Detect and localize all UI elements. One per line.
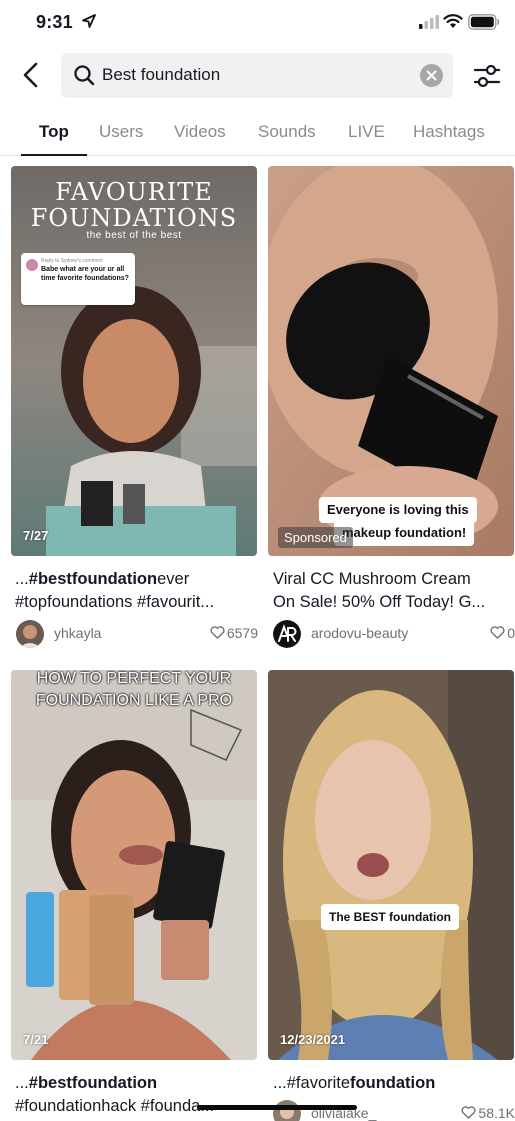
location-arrow-icon xyxy=(82,14,96,28)
tab-sounds[interactable]: Sounds xyxy=(258,122,316,142)
tab-top[interactable]: Top xyxy=(39,122,69,142)
comment-text: Babe what are your ur all time favorite … xyxy=(41,266,129,282)
like-count: 6579 xyxy=(210,625,258,641)
clear-search-icon[interactable] xyxy=(420,64,443,87)
overlay-subtitle: the best of the best xyxy=(86,230,182,241)
video-meta: arodovu-beauty 0 xyxy=(273,620,515,648)
video-thumbnail[interactable]: HOW TO PERFECT YOUR FOUNDATION LIKE A PR… xyxy=(11,670,257,1060)
overlay-text-line2: makeup foundation! xyxy=(334,520,475,546)
video-caption-line2[interactable]: On Sale! 50% Off Today! G... xyxy=(273,591,515,614)
heart-icon xyxy=(461,1106,476,1119)
status-time: 9:31 xyxy=(36,12,73,32)
overlay-text-line2: FOUNDATION LIKE A PRO xyxy=(35,692,233,709)
view-count: 7/27 xyxy=(23,528,49,543)
search-query[interactable]: Best foundation xyxy=(102,65,220,85)
video-meta: oliviaiake_ 58.1K xyxy=(273,1100,515,1121)
status-bar: 9:31 xyxy=(0,0,515,44)
arodovu-logo-icon xyxy=(273,620,301,648)
video-caption[interactable]: Viral CC Mushroom Cream xyxy=(273,568,515,591)
filter-sliders-icon[interactable] xyxy=(472,62,502,90)
video-caption-line2[interactable]: #topfoundations #favourit... xyxy=(15,591,261,614)
heart-icon xyxy=(210,626,225,639)
heart-icon xyxy=(490,626,505,639)
battery-icon xyxy=(468,14,500,30)
search-input[interactable]: Best foundation xyxy=(61,53,453,98)
reply-comment-card: Reply to Sydney's comment Babe what are … xyxy=(21,253,135,305)
like-count: 0 xyxy=(490,625,515,641)
view-count: 12/23/2021 xyxy=(280,1032,346,1047)
video-thumbnail[interactable]: The BEST foundation 12/23/2021 xyxy=(268,670,514,1060)
tab-hashtags[interactable]: Hashtags xyxy=(413,122,485,142)
cellular-signal-icon xyxy=(419,15,439,29)
commenter-avatar xyxy=(26,259,38,271)
like-count: 58.1K xyxy=(461,1105,515,1121)
tab-users[interactable]: Users xyxy=(99,122,143,142)
overlay-text: The BEST foundation xyxy=(321,904,459,930)
overlay-title-line2: FOUNDATIONS xyxy=(30,204,238,232)
video-caption[interactable]: ...#bestfoundationever xyxy=(15,568,261,591)
back-chevron-icon[interactable] xyxy=(18,61,44,89)
overlay-text: HOW TO PERFECT YOUR xyxy=(36,670,232,687)
comment-reply-label: Reply to Sydney's comment xyxy=(41,258,103,264)
video-caption[interactable]: ...#favoritefoundation xyxy=(273,1072,515,1095)
overlay-title: FAVOURITE xyxy=(55,178,213,206)
username[interactable]: arodovu-beauty xyxy=(311,625,408,641)
video-thumbnail-image xyxy=(268,670,514,1060)
video-thumbnail[interactable]: Everyone is loving this makeup foundatio… xyxy=(268,166,514,556)
video-caption[interactable]: ...#bestfoundation xyxy=(15,1072,261,1095)
avatar[interactable] xyxy=(16,620,44,648)
username[interactable]: yhkayla xyxy=(54,625,101,641)
video-meta: yhkayla 6579 xyxy=(16,620,262,648)
search-icon xyxy=(74,65,95,86)
avatar[interactable] xyxy=(273,1100,301,1121)
avatar[interactable] xyxy=(273,620,301,648)
tab-live[interactable]: LIVE xyxy=(348,122,385,142)
search-tabs: Top Users Videos Sounds LIVE Hashtags xyxy=(0,118,515,156)
view-count: 7/21 xyxy=(23,1032,49,1047)
video-thumbnail[interactable]: FAVOURITE FOUNDATIONS the best of the be… xyxy=(11,166,257,556)
home-indicator[interactable] xyxy=(197,1105,357,1110)
video-thumbnail-image xyxy=(11,670,257,1060)
sponsored-badge: Sponsored xyxy=(278,527,353,548)
wifi-icon xyxy=(443,14,463,28)
tab-videos[interactable]: Videos xyxy=(174,122,226,142)
active-tab-indicator xyxy=(21,154,87,156)
